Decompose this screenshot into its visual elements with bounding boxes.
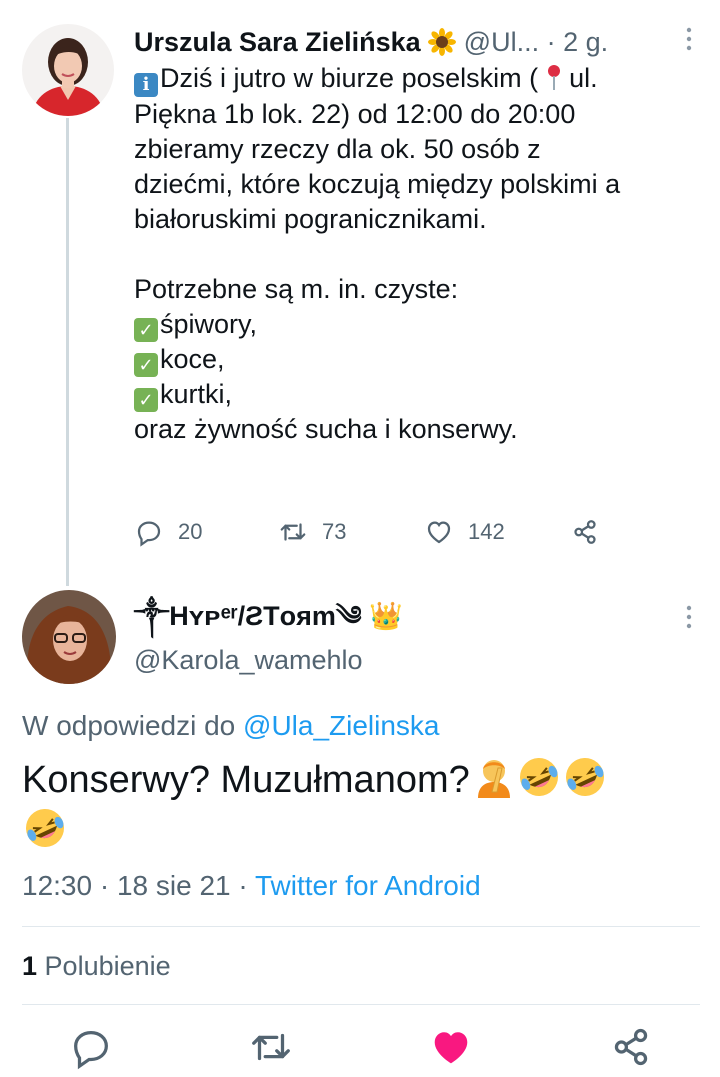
reply-button[interactable] — [68, 1024, 114, 1070]
like-button[interactable]: 142 — [424, 512, 505, 552]
tweet-timestamp[interactable]: 12:30 · 18 sie 21 · — [22, 870, 248, 901]
tweet-source-link[interactable]: Twitter for Android — [255, 870, 481, 901]
likes-count: 1 — [22, 951, 38, 981]
divider — [22, 926, 700, 927]
likes-label: Polubienie — [44, 951, 171, 981]
author-avatar[interactable] — [22, 24, 114, 116]
replying-to: W odpowiedzi do @Ula_Zielinska — [22, 710, 440, 741]
retweet-icon — [280, 523, 306, 541]
rolling-on-floor-laughing-emoji-icon — [516, 754, 562, 800]
sunflower-icon — [428, 27, 464, 57]
thread-line — [66, 118, 69, 586]
reply-text: Konserwy? Muzułmanom? — [22, 754, 702, 856]
check-mark-icon: ✓ — [134, 318, 158, 342]
share-button[interactable] — [570, 512, 614, 552]
rolling-on-floor-laughing-emoji-icon — [22, 805, 68, 851]
author-handle[interactable]: @Ul... — [464, 27, 539, 57]
tweet-metadata: 12:30 · 18 sie 21 · Twitter for Android — [22, 868, 481, 904]
check-mark-icon: ✓ — [134, 353, 158, 377]
reply-mention-link[interactable]: @Ula_Zielinska — [243, 710, 440, 741]
reply-count: 20 — [178, 519, 203, 544]
tweet-actions: 20 73 142 — [134, 512, 614, 552]
likes-summary[interactable]: 1 Polubienie — [22, 948, 171, 984]
info-icon: i — [134, 73, 158, 97]
more-options-icon[interactable] — [676, 26, 702, 52]
divider — [22, 1004, 700, 1005]
share-button[interactable] — [608, 1024, 654, 1070]
round-pushpin-icon — [546, 63, 562, 93]
author-name[interactable]: Urszula Sara Zielińska — [134, 27, 421, 57]
facepalm-emoji-icon — [470, 754, 516, 800]
more-options-icon[interactable] — [676, 604, 702, 630]
share-icon — [614, 1028, 648, 1066]
reply-author-name[interactable]: ༒Hʏᴘᵉʳ/ƧTᴏяm༄ 👑 — [134, 598, 403, 634]
retweet-icon — [252, 1033, 290, 1061]
rolling-on-floor-laughing-emoji-icon — [562, 754, 608, 800]
retweet-count: 73 — [322, 519, 347, 544]
reply-author-handle[interactable]: @Karola_wamehlo — [134, 642, 363, 678]
tweet-header: Urszula Sara Zielińska @Ul... · 2 g. — [134, 24, 694, 60]
retweet-button[interactable]: 73 — [278, 512, 346, 552]
reply-author-avatar[interactable] — [22, 590, 116, 684]
share-icon — [574, 520, 596, 544]
reply-icon — [74, 1030, 108, 1070]
like-button[interactable] — [428, 1024, 474, 1070]
header-separator: · — [546, 27, 556, 57]
tweet-text: i Dziś i jutro w biurze poselskim ( ul. P… — [134, 61, 704, 447]
retweet-button[interactable] — [248, 1024, 294, 1070]
heart-icon — [434, 1032, 468, 1064]
like-count: 142 — [468, 519, 505, 544]
check-mark-icon: ✓ — [134, 388, 158, 412]
reply-button[interactable]: 20 — [134, 512, 202, 552]
reply-icon — [137, 521, 161, 547]
tweet-time[interactable]: 2 g. — [563, 27, 608, 57]
heart-icon — [427, 521, 451, 544]
